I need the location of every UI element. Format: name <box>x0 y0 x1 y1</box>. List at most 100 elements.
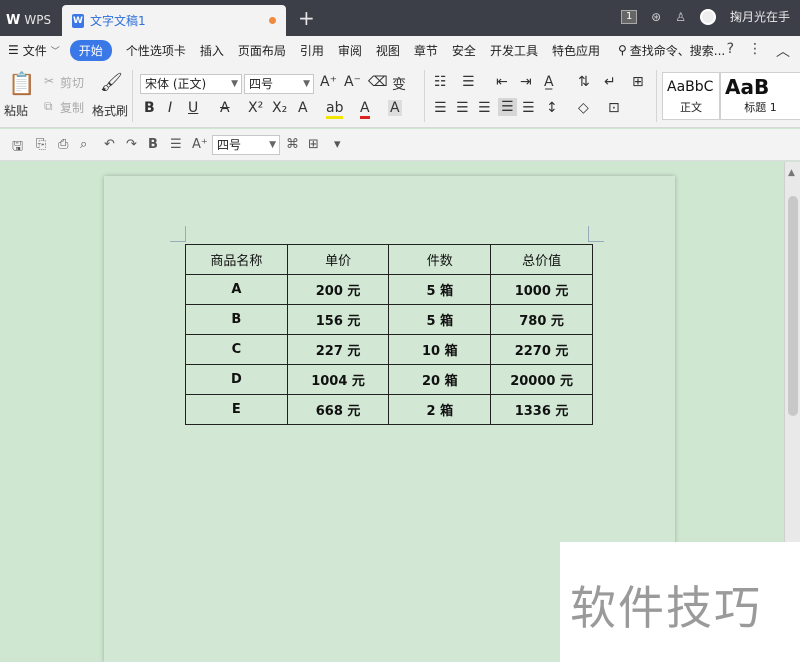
distribute-icon[interactable]: ☰ <box>522 100 535 116</box>
new-tab-button[interactable]: + <box>298 6 315 30</box>
increase-font-icon[interactable]: A⁺ <box>320 74 337 90</box>
table-cell[interactable]: 5 箱 <box>388 304 492 335</box>
format-painter-icon[interactable]: 🖌 <box>100 72 123 93</box>
avatar[interactable] <box>699 8 716 25</box>
table-cell[interactable]: 780 元 <box>490 304 593 335</box>
print-preview-icon[interactable]: ⌕ <box>80 137 87 152</box>
align-right-icon[interactable]: ☰ <box>478 100 491 116</box>
table-cell[interactable]: 1004 元 <box>286 364 390 395</box>
output-pdf-icon[interactable]: ⎘ <box>36 137 46 152</box>
shirt-icon[interactable]: ♙ <box>675 10 686 24</box>
sort-icon[interactable]: ⇅ <box>578 74 590 90</box>
bullets-icon[interactable]: ☷ <box>434 74 447 90</box>
line-spacing-icon[interactable]: ↕ <box>546 100 558 116</box>
table-header-cell[interactable]: 单价 <box>286 244 390 275</box>
strikethrough-icon[interactable]: A <box>220 100 230 116</box>
text-effect-icon[interactable]: A <box>298 100 308 116</box>
decrease-indent-icon[interactable]: ⇤ <box>496 74 508 90</box>
show-marks-icon[interactable]: ↵ <box>604 74 616 90</box>
highlight-icon[interactable]: ab <box>326 100 344 119</box>
skin-icon[interactable]: ⊛ <box>651 10 661 24</box>
table-cell[interactable]: B <box>185 304 288 335</box>
more-icon[interactable]: ⋮ <box>748 41 762 61</box>
table-grid-icon[interactable]: ⊞ <box>632 74 644 90</box>
scrollbar-thumb[interactable] <box>788 196 798 416</box>
tab-review[interactable]: 审阅 <box>338 42 362 59</box>
window-count-badge[interactable]: 1 <box>621 9 638 24</box>
font-color-icon[interactable]: A <box>360 100 370 119</box>
undo-icon[interactable]: ↶ <box>104 137 115 152</box>
subscript-icon[interactable]: X₂ <box>272 100 287 116</box>
help-icon[interactable]: ? <box>727 41 734 61</box>
table-cell[interactable]: 156 元 <box>286 304 390 335</box>
increase-indent-icon[interactable]: ⇥ <box>520 74 532 90</box>
tab-custom[interactable]: 个性选项卡 <box>126 42 186 59</box>
superscript-icon[interactable]: X² <box>248 100 263 116</box>
font-size-select[interactable]: 四号 ▼ <box>244 74 314 94</box>
table-cell[interactable]: 20000 元 <box>490 364 593 395</box>
tab-page-layout[interactable]: 页面布局 <box>238 42 286 59</box>
table-cell[interactable]: C <box>185 334 288 365</box>
table-cell[interactable]: D <box>185 364 288 395</box>
tab-developer[interactable]: 开发工具 <box>490 42 538 59</box>
tab-insert[interactable]: 插入 <box>200 42 224 59</box>
table-cell[interactable]: E <box>185 394 288 425</box>
increase-font-icon[interactable]: A⁺ <box>192 137 208 152</box>
table-cell[interactable]: 20 箱 <box>388 364 492 395</box>
format-painter-button[interactable]: 格式刷 <box>92 102 128 119</box>
table-header-cell[interactable]: 件数 <box>388 244 492 275</box>
bold-icon[interactable]: B <box>144 100 155 116</box>
table-header-cell[interactable]: 商品名称 <box>185 244 288 275</box>
table-cell[interactable]: 10 箱 <box>388 334 492 365</box>
italic-icon[interactable]: I <box>168 100 172 116</box>
char-shading-icon[interactable]: A <box>388 100 402 116</box>
print-icon[interactable]: ⎙ <box>58 137 68 152</box>
cut-button[interactable]: 剪切 <box>60 74 84 91</box>
align-center-icon[interactable]: ☰ <box>170 137 182 152</box>
bold-icon[interactable]: B <box>148 137 158 152</box>
table-cell[interactable]: 1000 元 <box>490 274 593 305</box>
wps-home-tab[interactable]: W WPS <box>0 6 58 34</box>
user-name[interactable]: 掬月光在手 <box>730 8 790 25</box>
file-menu[interactable]: ☰ 文件 ﹀ <box>8 42 60 59</box>
shading-icon[interactable]: ◇ <box>578 100 589 116</box>
tab-special-apps[interactable]: 特色应用 <box>552 42 600 59</box>
scroll-up-icon[interactable]: ▲ <box>788 168 795 178</box>
document-tab[interactable]: W 文字文稿1 <box>62 5 286 36</box>
paste-icon[interactable]: 📋 <box>8 72 35 97</box>
tab-chapter[interactable]: 章节 <box>414 42 438 59</box>
tab-view[interactable]: 视图 <box>376 42 400 59</box>
table-cell[interactable]: 5 箱 <box>388 274 492 305</box>
save-icon[interactable]: 🖫 <box>12 137 23 159</box>
find-replace-icon[interactable]: ⌘ <box>286 137 299 152</box>
command-search[interactable]: ⚲ 查找命令、搜索... <box>618 42 725 59</box>
tab-references[interactable]: 引用 <box>300 42 324 59</box>
clear-format-icon[interactable]: ⌫ <box>368 74 388 90</box>
table-cell[interactable]: 1336 元 <box>490 394 593 425</box>
copy-button[interactable]: 复制 <box>60 99 84 116</box>
style-normal[interactable]: AaBbC 正文 <box>662 72 720 120</box>
justify-icon[interactable]: ☰ <box>498 98 517 116</box>
table-cell[interactable]: 668 元 <box>286 394 390 425</box>
align-left-icon[interactable]: ☰ <box>434 100 447 116</box>
table-header-cell[interactable]: 总价值 <box>490 244 593 275</box>
table-cell[interactable]: 2270 元 <box>490 334 593 365</box>
underline-icon[interactable]: U <box>188 100 198 116</box>
paste-button[interactable]: 粘贴 <box>4 102 28 119</box>
tab-home[interactable]: 开始 <box>69 39 112 61</box>
qat-font-size-select[interactable]: 四号 ▼ <box>212 135 280 155</box>
table-cell[interactable]: 200 元 <box>286 274 390 305</box>
pinyin-guide-icon[interactable]: 变 <box>392 74 406 94</box>
collapse-ribbon-icon[interactable]: ︿ <box>776 41 790 61</box>
style-heading-1[interactable]: AaB 标题 1 <box>720 72 800 120</box>
numbering-icon[interactable]: ☰ <box>462 74 475 90</box>
table-cell[interactable]: A <box>185 274 288 305</box>
align-center-icon[interactable]: ☰ <box>456 100 469 116</box>
table-cell[interactable]: 2 箱 <box>388 394 492 425</box>
redo-icon[interactable]: ↷ <box>126 137 137 152</box>
borders-icon[interactable]: ⊡ <box>608 100 620 116</box>
insert-table-icon[interactable]: ⊞ <box>308 137 319 152</box>
table-cell[interactable]: 227 元 <box>286 334 390 365</box>
font-family-select[interactable]: 宋体 (正文) ▼ <box>140 74 242 94</box>
text-direction-icon[interactable]: A̲ <box>544 74 554 90</box>
